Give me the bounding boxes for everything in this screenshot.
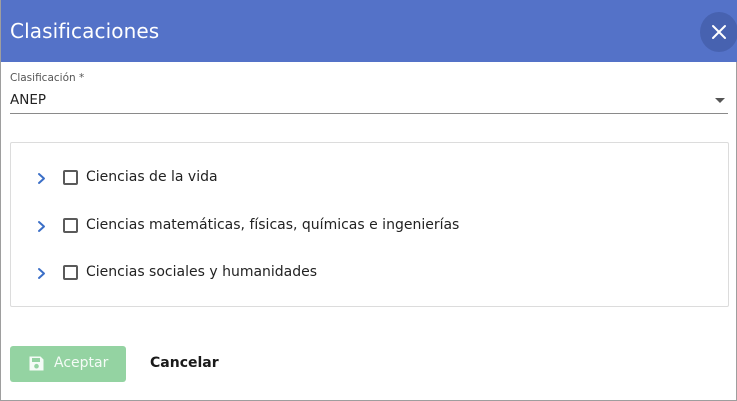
close-button[interactable] <box>700 12 737 52</box>
tree-item-label: Ciencias de la vida <box>86 169 218 185</box>
accept-button-label: Aceptar <box>54 355 109 371</box>
cancel-button-label: Cancelar <box>150 355 219 371</box>
classification-value[interactable]: ANEP <box>10 92 46 108</box>
tree-item-label: Ciencias sociales y humanidades <box>86 264 318 280</box>
select-underline <box>10 113 728 114</box>
tree-item-checkbox[interactable] <box>63 218 78 233</box>
dialog-title: Clasificaciones <box>10 19 160 43</box>
save-icon <box>29 356 44 371</box>
classifications-dialog: Clasificaciones Clasificación * ANEP Cie… <box>0 0 737 401</box>
tree-item: Ciencias de la vida <box>11 166 728 190</box>
classification-label: Clasificación * <box>10 72 85 84</box>
dropdown-arrow-icon[interactable] <box>714 97 726 104</box>
close-icon <box>712 25 726 39</box>
cancel-button[interactable]: Cancelar <box>142 346 226 382</box>
chevron-right-icon[interactable] <box>37 220 46 233</box>
classification-tree: Ciencias de la vida Ciencias matemáticas… <box>10 142 729 307</box>
dialog-header: Clasificaciones <box>1 0 737 62</box>
tree-item: Ciencias matemáticas, físicas, químicas … <box>11 214 728 238</box>
tree-item: Ciencias sociales y humanidades <box>11 261 728 285</box>
chevron-right-icon[interactable] <box>37 267 46 280</box>
accept-button[interactable]: Aceptar <box>10 346 126 382</box>
tree-item-checkbox[interactable] <box>63 265 78 280</box>
tree-item-label: Ciencias matemáticas, físicas, químicas … <box>86 217 460 233</box>
tree-item-checkbox[interactable] <box>63 170 78 185</box>
chevron-right-icon[interactable] <box>37 172 46 185</box>
